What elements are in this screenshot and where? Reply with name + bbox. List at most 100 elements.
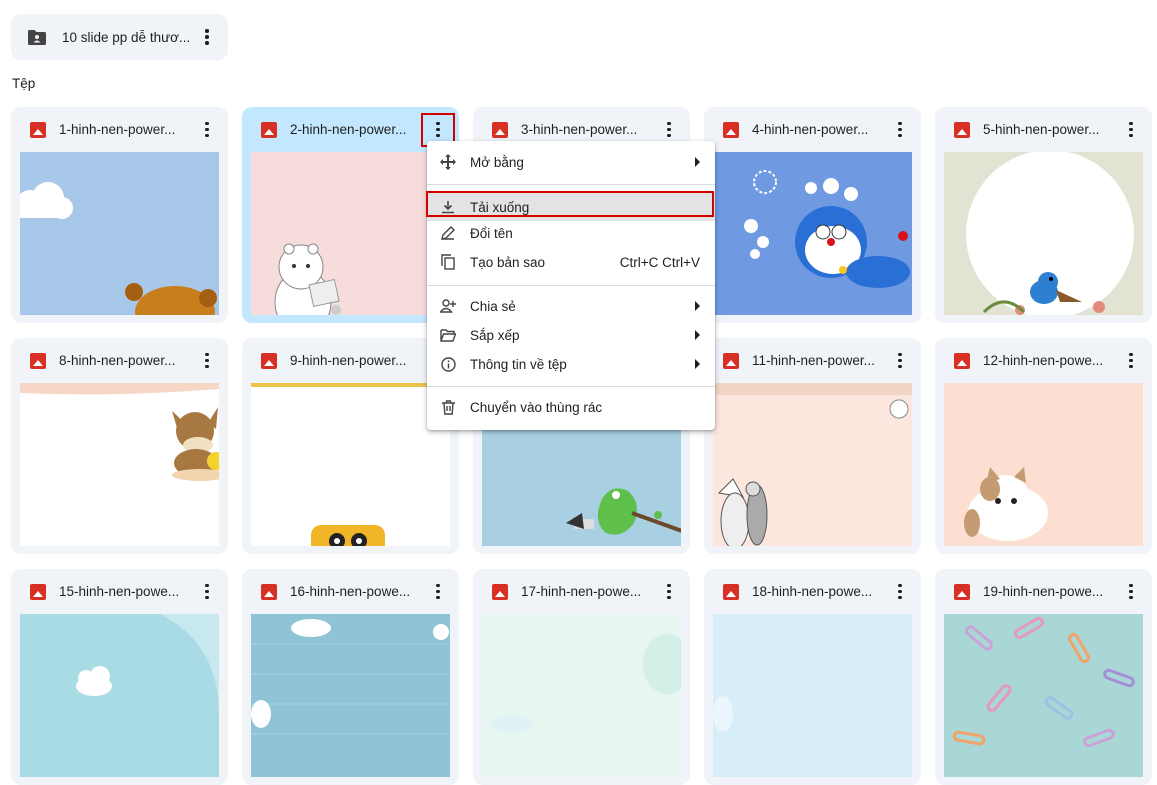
menu-item-share[interactable]: Chia sẻ [427,292,715,320]
submenu-arrow-icon [695,330,700,340]
image-file-icon [954,352,970,369]
folder-more-icon[interactable] [195,25,219,49]
menu-item-download[interactable]: Tải xuống [426,191,715,221]
file-thumbnail[interactable] [944,614,1143,777]
file-thumbnail[interactable] [251,152,450,315]
file-name: 4-hinh-nen-power... [752,122,869,137]
file-card[interactable]: 11-hinh-nen-power... [704,338,921,554]
image-file-icon [723,352,739,369]
submenu-arrow-icon [695,157,700,167]
menu-label: Mở bằng [470,154,524,170]
file-thumbnail[interactable] [713,383,912,546]
more-actions-icon[interactable] [888,118,912,142]
file-thumbnail[interactable] [944,152,1143,315]
image-file-icon [261,583,277,600]
person-add-icon [440,298,456,314]
folder-open-icon [440,327,456,343]
more-actions-icon[interactable] [888,580,912,604]
image-file-icon [492,583,508,600]
more-actions-icon[interactable] [426,580,450,604]
menu-label: Tải xuống [470,199,530,215]
file-name: 2-hinh-nen-power... [290,122,407,137]
move-arrows-icon [440,154,456,170]
file-thumbnail[interactable] [713,614,912,777]
shared-folder-icon [28,29,46,45]
file-thumbnail[interactable] [713,152,912,315]
trash-icon [440,399,456,415]
menu-divider [427,386,715,387]
copy-icon [440,254,456,270]
section-title: Tệp [12,76,36,91]
keyboard-shortcut: Ctrl+C Ctrl+V [619,254,700,270]
folder-item[interactable]: 10 slide pp dễ thươ... [11,14,228,60]
file-thumbnail[interactable] [482,614,681,777]
more-actions-icon[interactable] [1119,349,1143,373]
file-thumbnail[interactable] [251,614,450,777]
file-name: 11-hinh-nen-power... [752,353,875,368]
image-file-icon [492,121,508,138]
file-thumbnail[interactable] [20,614,219,777]
file-name: 3-hinh-nen-power... [521,122,638,137]
file-card[interactable]: 15-hinh-nen-powe... [11,569,228,785]
file-name: 9-hinh-nen-power... [290,353,407,368]
folder-name: 10 slide pp dễ thươ... [62,29,191,45]
download-icon [440,199,456,215]
menu-item-open-with[interactable]: Mở bằng [427,148,715,176]
file-name: 12-hinh-nen-powe... [983,353,1104,368]
file-name: 16-hinh-nen-powe... [290,584,411,599]
image-file-icon [261,352,277,369]
image-file-icon [30,352,46,369]
menu-label: Sắp xếp [470,327,520,343]
menu-item-rename[interactable]: Đổi tên [427,219,715,247]
file-thumbnail[interactable] [251,383,450,546]
more-actions-icon[interactable] [195,580,219,604]
file-name: 18-hinh-nen-powe... [752,584,873,599]
file-card[interactable]: 8-hinh-nen-power... [11,338,228,554]
file-name: 5-hinh-nen-power... [983,122,1100,137]
more-actions-icon[interactable] [657,580,681,604]
more-actions-icon[interactable] [1119,118,1143,142]
menu-item-make-copy[interactable]: Tạo bản sao Ctrl+C Ctrl+V [427,248,715,276]
more-actions-icon[interactable] [421,112,455,147]
menu-item-move-to-trash[interactable]: Chuyển vào thùng rác [427,393,715,421]
file-thumbnail[interactable] [20,383,219,546]
image-file-icon [30,583,46,600]
more-actions-icon[interactable] [888,349,912,373]
file-card[interactable]: 5-hinh-nen-power... [935,107,1152,323]
file-name: 15-hinh-nen-powe... [59,584,180,599]
file-thumbnail[interactable] [944,383,1143,546]
image-file-icon [261,121,277,138]
image-file-icon [954,121,970,138]
menu-label: Tạo bản sao [470,254,546,270]
file-card[interactable]: 1-hinh-nen-power... [11,107,228,323]
more-actions-icon[interactable] [657,118,681,142]
more-actions-icon[interactable] [195,349,219,373]
image-file-icon [30,121,46,138]
file-card[interactable]: 18-hinh-nen-powe... [704,569,921,785]
file-name: 19-hinh-nen-powe... [983,584,1104,599]
menu-divider [427,184,715,185]
menu-label: Chia sẻ [470,298,516,314]
image-file-icon [723,121,739,138]
file-card[interactable]: 17-hinh-nen-powe... [473,569,690,785]
more-actions-icon[interactable] [1119,580,1143,604]
menu-label: Chuyển vào thùng rác [470,399,603,415]
submenu-arrow-icon [695,359,700,369]
menu-item-organize[interactable]: Sắp xếp [427,321,715,349]
context-menu: Mở bằng Tải xuống Đổi tên Tạo bản sao Ct… [426,141,715,430]
file-name: 8-hinh-nen-power... [59,353,176,368]
file-card[interactable]: 4-hinh-nen-power... [704,107,921,323]
image-file-icon [723,583,739,600]
file-card[interactable]: 19-hinh-nen-powe... [935,569,1152,785]
file-name: 17-hinh-nen-powe... [521,584,642,599]
image-file-icon [954,583,970,600]
file-card[interactable]: 16-hinh-nen-powe... [242,569,459,785]
more-actions-icon[interactable] [195,118,219,142]
file-name: 1-hinh-nen-power... [59,122,176,137]
menu-divider [427,285,715,286]
file-thumbnail[interactable] [20,152,219,315]
menu-item-file-info[interactable]: Thông tin về tệp [427,350,715,378]
menu-label: Thông tin về tệp [470,356,567,372]
file-card[interactable]: 12-hinh-nen-powe... [935,338,1152,554]
info-icon [440,356,456,372]
